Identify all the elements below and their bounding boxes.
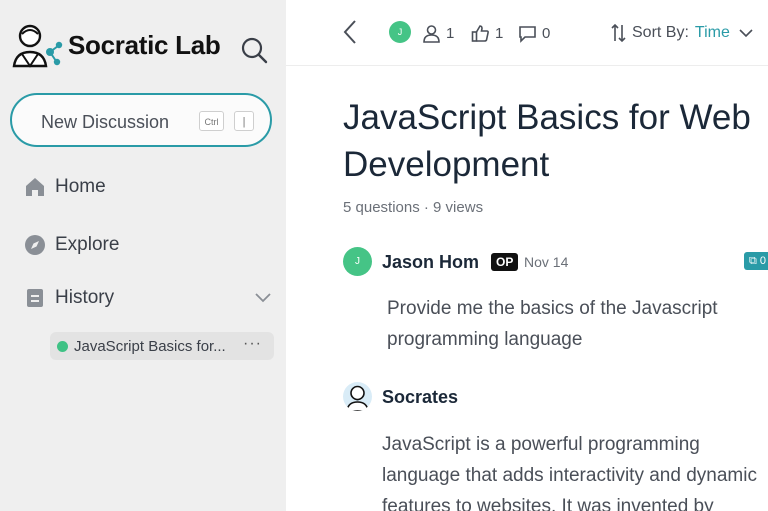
new-discussion-label: New Discussion: [41, 112, 170, 132]
likes-count[interactable]: 1: [471, 22, 503, 44]
brand[interactable]: Socratic Lab: [12, 22, 221, 68]
comments-count[interactable]: 0: [518, 22, 550, 44]
shortcut-key: |: [234, 111, 254, 131]
discussion-meta: 5 questions · 9 views: [343, 199, 484, 216]
discussion-toolbar: J 1 1 0 Sort By: Time: [286, 0, 768, 66]
document-icon: [27, 289, 43, 307]
app-window: Socratic Lab New Discussion Ctrl | Home …: [0, 0, 768, 511]
sort-label: Sort By:: [632, 24, 689, 41]
socrates-avatar[interactable]: [343, 382, 372, 411]
history-item[interactable]: JavaScript Basics for... ···: [50, 332, 274, 360]
person-icon: [423, 24, 440, 43]
avatar[interactable]: J: [389, 21, 411, 43]
status-dot-icon: [57, 341, 68, 352]
message-text: Provide me the basics of the Javascript …: [387, 298, 718, 350]
sidebar-item-label: Home: [55, 176, 106, 197]
socrates-logo-icon: [12, 24, 63, 68]
thumbs-up-icon: [471, 24, 489, 42]
likes-value: 1: [495, 24, 504, 42]
sort-icon: [611, 23, 626, 43]
sidebar-item-label: Explore: [55, 234, 120, 255]
comments-value: 0: [542, 24, 551, 42]
status-badge-value: 0: [759, 255, 767, 267]
sidebar-item-label: History: [55, 287, 115, 308]
new-discussion-button[interactable]: New Discussion Ctrl |: [10, 93, 272, 147]
author-name[interactable]: Jason Hom: [382, 252, 479, 273]
sidebar: Socratic Lab New Discussion Ctrl | Home …: [0, 0, 286, 511]
sidebar-item-explore[interactable]: Explore: [24, 231, 119, 259]
more-options-icon[interactable]: ···: [243, 335, 262, 353]
home-icon: [26, 178, 44, 196]
shortcut-ctrl-key: Ctrl: [199, 111, 224, 131]
op-badge: OP: [491, 253, 519, 271]
main-content: J 1 1 0 Sort By: Time JavaScript Basics …: [286, 0, 768, 511]
message-date: Nov 14: [524, 254, 569, 270]
page-title: JavaScript Basics for Web Development: [343, 98, 751, 184]
avatar[interactable]: J: [343, 247, 372, 276]
message-text: JavaScript is a powerful programming lan…: [382, 434, 757, 511]
sort-dropdown[interactable]: Sort By: Time: [610, 21, 754, 45]
back-arrow-icon[interactable]: [341, 19, 359, 45]
author-name[interactable]: Socrates: [382, 387, 458, 408]
participants-count[interactable]: 1: [422, 22, 454, 44]
history-item-label: JavaScript Basics for...: [74, 338, 226, 355]
chevron-down-icon[interactable]: [254, 290, 272, 304]
comment-icon: [519, 25, 536, 43]
chevron-down-icon: [739, 29, 753, 38]
status-badge[interactable]: ⧉ 0: [744, 252, 768, 270]
sidebar-item-history[interactable]: History: [24, 284, 114, 312]
sidebar-item-home[interactable]: Home: [24, 173, 106, 201]
brand-name: Socratic Lab: [68, 29, 221, 60]
compass-icon: [25, 235, 45, 255]
participants-value: 1: [446, 24, 455, 42]
search-icon[interactable]: [240, 36, 268, 64]
socrates-avatar-icon: [346, 385, 369, 411]
sort-value: Time: [694, 24, 730, 41]
